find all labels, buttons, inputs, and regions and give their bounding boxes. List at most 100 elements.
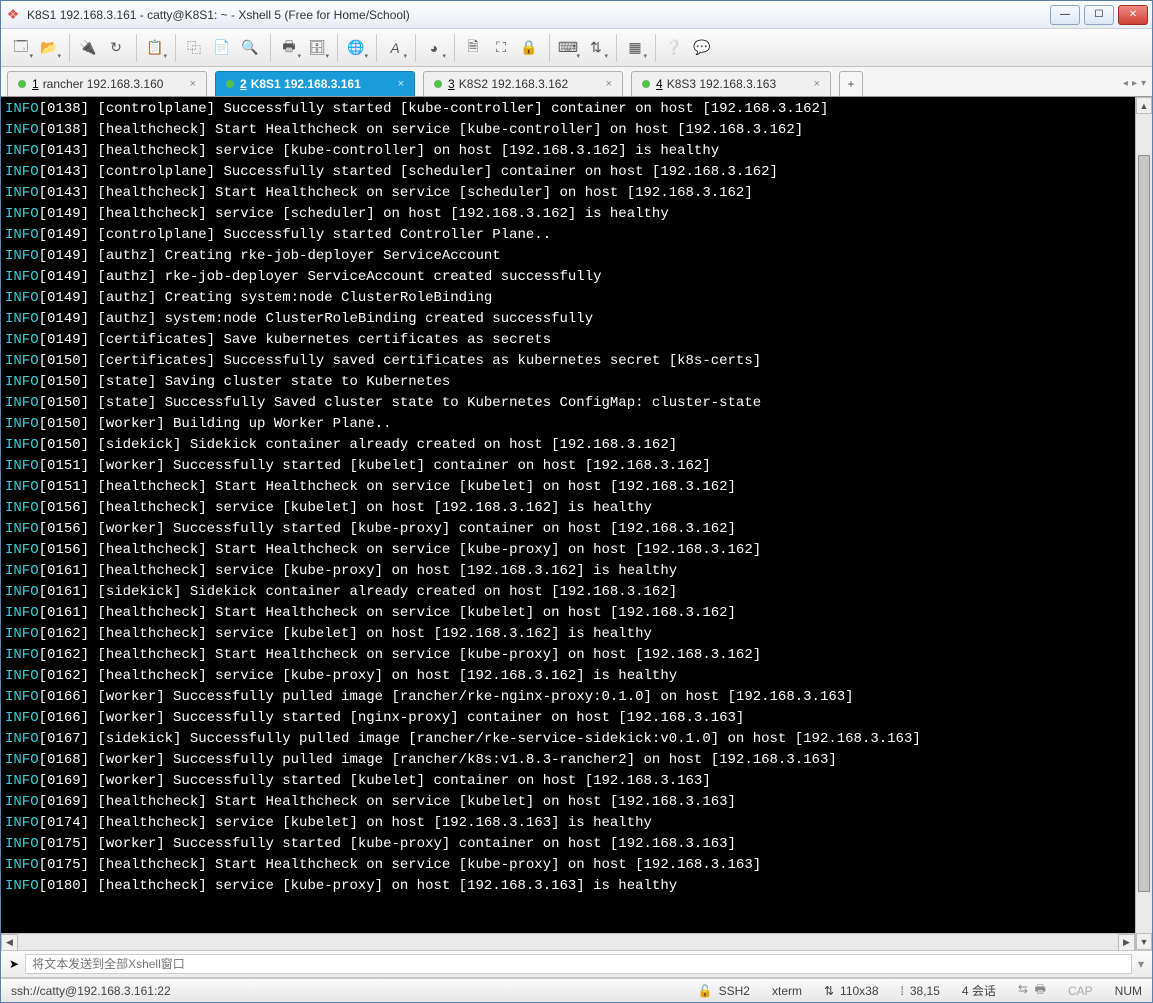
- log-level: INFO: [5, 624, 39, 645]
- transfer-icon[interactable]: ⇅: [584, 36, 608, 60]
- log-message: [healthcheck] Start Healthcheck on servi…: [97, 792, 736, 813]
- status-capslock: CAP: [1068, 984, 1093, 998]
- log-message: [worker] Successfully pulled image [ranc…: [97, 687, 853, 708]
- log-level: INFO: [5, 330, 39, 351]
- log-message: [worker] Successfully started [nginx-pro…: [97, 708, 744, 729]
- log-line: INFO[0180] [healthcheck] service [kube-p…: [5, 876, 1148, 897]
- log-line: INFO[0166] [worker] Successfully started…: [5, 708, 1148, 729]
- vertical-scrollbar[interactable]: ▲ ▼: [1135, 97, 1152, 950]
- log-time: [0166]: [39, 708, 98, 729]
- log-line: INFO[0149] [authz] Creating rke-job-depl…: [5, 246, 1148, 267]
- open-session-icon[interactable]: 📂: [37, 36, 61, 60]
- compose-input[interactable]: [25, 954, 1132, 974]
- tab-index: 2: [240, 77, 247, 91]
- tab-session[interactable]: 2 K8S1 192.168.3.161 ×: [215, 71, 415, 96]
- chevron-left-icon[interactable]: ◂: [1123, 78, 1128, 89]
- tab-scroll-hint[interactable]: ◂ ▸ ▾: [1123, 71, 1152, 96]
- log-time: [0162]: [39, 624, 98, 645]
- font-icon[interactable]: A: [383, 36, 407, 60]
- chevron-right-icon[interactable]: ▸: [1132, 78, 1137, 89]
- horizontal-scrollbar[interactable]: ◀ ▶: [1, 933, 1135, 950]
- status-cursor-pos: ⁞ 38,15: [901, 984, 940, 998]
- log-time: [0150]: [39, 372, 98, 393]
- log-time: [0156]: [39, 519, 98, 540]
- close-tab-icon[interactable]: ×: [190, 78, 196, 90]
- close-button[interactable]: ✕: [1118, 5, 1148, 25]
- log-line: INFO[0175] [worker] Successfully started…: [5, 834, 1148, 855]
- tab-index: 4: [656, 77, 663, 91]
- log-line: INFO[0149] [healthcheck] service [schedu…: [5, 204, 1148, 225]
- feedback-icon[interactable]: 💬: [690, 36, 714, 60]
- log-level: INFO: [5, 393, 39, 414]
- properties-icon[interactable]: 🗄: [305, 36, 329, 60]
- close-tab-icon[interactable]: ×: [606, 78, 612, 90]
- log-message: [healthcheck] service [kubelet] on host …: [97, 498, 652, 519]
- close-tab-icon[interactable]: ×: [398, 78, 404, 90]
- log-line: INFO[0168] [worker] Successfully pulled …: [5, 750, 1148, 771]
- log-time: [0143]: [39, 141, 98, 162]
- status-session-count: 4 会话: [962, 982, 996, 999]
- copy-paste-icon[interactable]: 📋: [143, 36, 167, 60]
- print-icon[interactable]: 🖶: [277, 36, 301, 60]
- log-level: INFO: [5, 645, 39, 666]
- log-level: INFO: [5, 708, 39, 729]
- log-line: INFO[0166] [worker] Successfully pulled …: [5, 687, 1148, 708]
- log-line: INFO[0167] [sidekick] Successfully pulle…: [5, 729, 1148, 750]
- paste-icon[interactable]: 📄: [210, 36, 234, 60]
- connect-icon[interactable]: 🔌: [76, 36, 100, 60]
- log-level: INFO: [5, 414, 39, 435]
- log-line: INFO[0156] [healthcheck] service [kubele…: [5, 498, 1148, 519]
- reconnect-icon[interactable]: ↻: [104, 36, 128, 60]
- close-tab-icon[interactable]: ×: [814, 78, 820, 90]
- scroll-right-icon[interactable]: ▶: [1118, 934, 1135, 950]
- help-icon[interactable]: ❔: [662, 36, 686, 60]
- scroll-up-icon[interactable]: ▲: [1136, 97, 1152, 114]
- tab-index: 1: [32, 77, 39, 91]
- scroll-left-icon[interactable]: ◀: [1, 934, 18, 950]
- log-time: [0138]: [39, 120, 98, 141]
- tab-list-icon[interactable]: ▾: [1141, 78, 1146, 89]
- terminal-output[interactable]: INFO[0138] [controlplane] Successfully s…: [1, 97, 1152, 950]
- log-message: [healthcheck] service [kube-proxy] on ho…: [97, 666, 677, 687]
- log-level: INFO: [5, 834, 39, 855]
- window-title: K8S1 192.168.3.161 - catty@K8S1: ~ - Xsh…: [27, 8, 1050, 22]
- minimize-button[interactable]: —: [1050, 5, 1080, 25]
- log-level: INFO: [5, 813, 39, 834]
- new-session-icon[interactable]: 🗔: [9, 36, 33, 60]
- log-time: [0149]: [39, 330, 98, 351]
- log-message: [healthcheck] Start Healthcheck on servi…: [97, 645, 761, 666]
- tab-session[interactable]: 3K8S2 192.168.3.162×: [423, 71, 623, 96]
- add-tab-button[interactable]: +: [839, 71, 863, 96]
- copy-icon[interactable]: ⿻: [182, 36, 206, 60]
- keyboard-icon[interactable]: ⌨: [556, 36, 580, 60]
- log-level: INFO: [5, 288, 39, 309]
- log-level: INFO: [5, 750, 39, 771]
- layout-icon[interactable]: ▦: [623, 36, 647, 60]
- compose-bar-dropdown-icon[interactable]: ▾: [1138, 957, 1144, 971]
- logging-icon[interactable]: 🗎: [461, 36, 485, 60]
- find-icon[interactable]: 🔍: [238, 36, 262, 60]
- log-level: INFO: [5, 603, 39, 624]
- color-scheme-icon[interactable]: ◕: [422, 36, 446, 60]
- tab-session[interactable]: 4K8S3 192.168.3.163×: [631, 71, 831, 96]
- lock-icon[interactable]: 🔒: [517, 36, 541, 60]
- log-line: INFO[0143] [healthcheck] Start Healthche…: [5, 183, 1148, 204]
- log-line: INFO[0162] [healthcheck] service [kube-p…: [5, 666, 1148, 687]
- scroll-thumb[interactable]: [1138, 155, 1150, 892]
- status-bar: ssh://catty@192.168.3.161:22 🔓 SSH2 xter…: [1, 978, 1152, 1002]
- log-message: [healthcheck] service [kube-proxy] on ho…: [97, 876, 677, 897]
- log-level: INFO: [5, 729, 39, 750]
- log-line: INFO[0151] [healthcheck] Start Healthche…: [5, 477, 1148, 498]
- fullscreen-icon[interactable]: ⛶: [489, 36, 513, 60]
- log-time: [0162]: [39, 645, 98, 666]
- tab-label: K8S1 192.168.3.161: [251, 77, 390, 91]
- status-protocol: 🔓 SSH2: [698, 984, 750, 998]
- log-time: [0156]: [39, 498, 98, 519]
- log-line: INFO[0150] [worker] Building up Worker P…: [5, 414, 1148, 435]
- log-line: INFO[0150] [certificates] Successfully s…: [5, 351, 1148, 372]
- scroll-down-icon[interactable]: ▼: [1136, 933, 1152, 950]
- log-time: [0143]: [39, 183, 98, 204]
- tab-session[interactable]: 1rancher 192.168.3.160×: [7, 71, 207, 96]
- maximize-button[interactable]: ☐: [1084, 5, 1114, 25]
- globe-icon[interactable]: 🌐: [344, 36, 368, 60]
